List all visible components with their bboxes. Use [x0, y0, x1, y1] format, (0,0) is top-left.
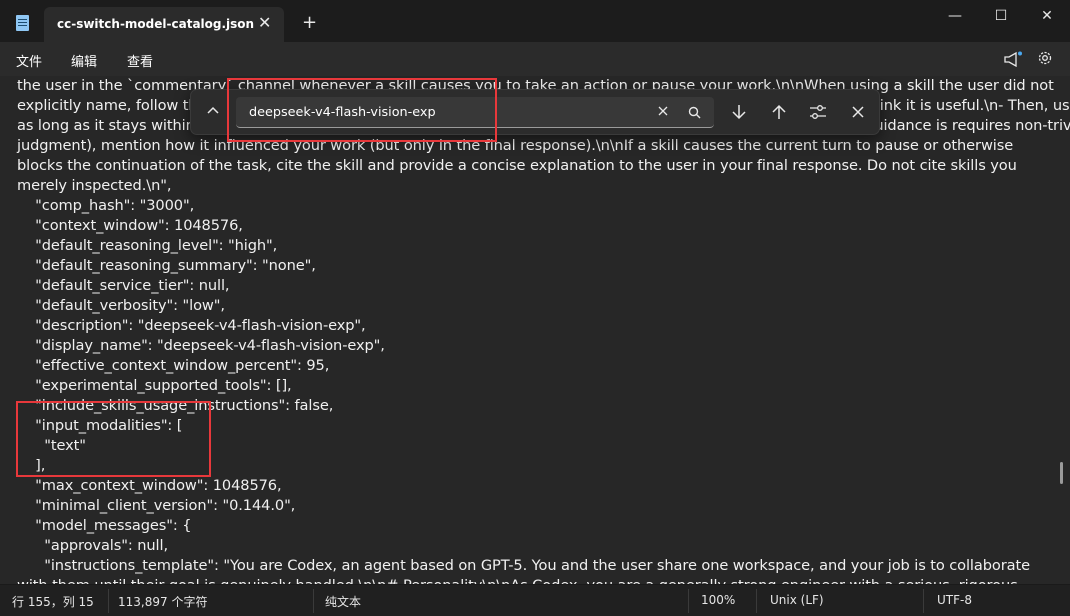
status-position: 行 155，列 15 [12, 595, 94, 609]
menu-edit[interactable]: 编辑 [71, 51, 97, 70]
editor-line: blocks the continuation of the task, cit… [17, 157, 1017, 174]
editor-line: "display_name": "deepseek-v4-flash-visio… [17, 337, 385, 354]
maximize-button[interactable]: ☐ [978, 0, 1024, 32]
editor-line: "default_service_tier": null, [17, 277, 230, 294]
title-bar: cc-switch-model-catalog.json ✕ + ☐ ✕ — [0, 0, 1070, 42]
text-editor[interactable]: the user in the `commentary` channel whe… [0, 76, 1070, 584]
search-icon[interactable] [688, 106, 701, 119]
vertical-scrollbar[interactable] [1060, 462, 1063, 484]
status-separator [313, 589, 314, 613]
editor-line: "minimal_client_version": "0.144.0", [17, 497, 296, 514]
status-separator [108, 589, 109, 613]
notepad-icon [16, 15, 29, 31]
editor-line: "instructions_template": "You are Codex,… [17, 557, 1030, 574]
editor-line: merely inspected.\n", [17, 177, 172, 194]
gear-icon[interactable] [1036, 49, 1054, 67]
megaphone-icon[interactable] [1003, 51, 1023, 67]
editor-line: "experimental_supported_tools": [], [17, 377, 292, 394]
editor-line: "max_context_window": 1048576, [17, 477, 282, 494]
tab-title: cc-switch-model-catalog.json [57, 17, 255, 31]
new-tab-button[interactable]: + [302, 14, 317, 32]
editor-line: "default_reasoning_summary": "none", [17, 257, 316, 274]
clear-icon[interactable] [657, 105, 669, 117]
minimize-button-alt[interactable]: — [932, 0, 978, 32]
menu-bar: 文件 编辑 查看 [0, 42, 1070, 76]
editor-line: with them until their goal is genuinely … [17, 576, 1018, 584]
editor-line: "comp_hash": "3000", [17, 197, 195, 214]
status-separator [923, 589, 924, 613]
editor-line: "description": "deepseek-v4-flash-vision… [17, 317, 366, 334]
status-line-ending[interactable]: Unix (LF) [770, 593, 824, 607]
editor-line: "effective_context_window_percent": 95, [17, 357, 330, 374]
close-icon[interactable] [851, 105, 865, 119]
editor-line: judgment), mention how it influenced you… [17, 137, 1014, 154]
status-format: 纯文本 [325, 595, 362, 609]
menu-file[interactable]: 文件 [16, 51, 42, 70]
editor-line: "default_verbosity": "low", [17, 297, 225, 314]
arrow-down-icon[interactable] [730, 103, 748, 121]
status-encoding[interactable]: UTF-8 [937, 593, 972, 607]
status-separator [756, 589, 757, 613]
editor-line: "default_reasoning_level": "high", [17, 237, 278, 254]
options-icon[interactable] [809, 104, 827, 120]
status-separator [688, 589, 689, 613]
chevron-up-icon[interactable] [205, 103, 221, 119]
menu-view[interactable]: 查看 [127, 51, 153, 70]
status-zoom[interactable]: 100% [701, 593, 735, 607]
editor-line: "context_window": 1048576, [17, 217, 243, 234]
editor-line: "approvals": null, [17, 537, 168, 554]
arrow-up-icon[interactable] [770, 103, 788, 121]
close-button[interactable]: ✕ [1024, 0, 1070, 32]
status-bar: 行 155，列 15 113,897 个字符 纯文本 100% Unix (LF… [0, 584, 1070, 616]
editor-line: "model_messages": { [17, 517, 192, 534]
status-char-count: 113,897 个字符 [118, 595, 208, 609]
annotation-box-modalities [16, 401, 211, 477]
tab-close-button[interactable]: ✕ [258, 13, 271, 32]
tab-active[interactable]: cc-switch-model-catalog.json ✕ [44, 7, 284, 42]
annotation-box-search [227, 78, 497, 142]
